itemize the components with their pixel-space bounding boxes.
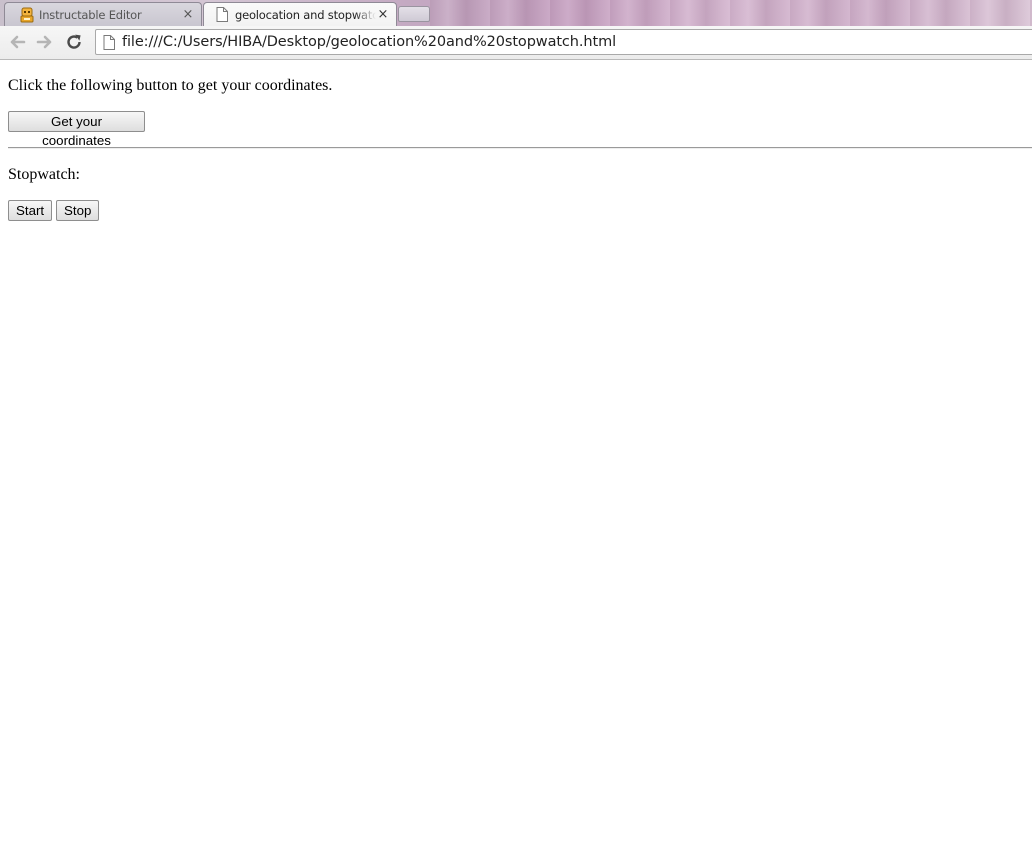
page-icon [214,7,230,23]
forward-icon[interactable] [34,31,56,53]
reload-icon[interactable] [63,31,85,53]
start-button[interactable]: Start [8,200,52,221]
stopwatch-label: Stopwatch: [8,166,80,183]
back-icon[interactable] [6,31,28,53]
browser-toolbar: file:///C:/Users/HIBA/Desktop/geolocatio… [0,26,1032,60]
tab-instructable-editor[interactable]: Instructable Editor × [4,2,202,26]
address-url: file:///C:/Users/HIBA/Desktop/geolocatio… [122,34,617,50]
close-icon[interactable]: × [181,7,195,22]
tab-strip: Instructable Editor × geolocation and st… [0,0,1032,26]
new-tab-button[interactable] [398,6,430,22]
divider [8,147,1032,149]
tab-title: Instructable Editor [39,7,142,22]
geolocation-instruction: Click the following button to get your c… [8,77,333,94]
robot-icon [19,7,35,23]
browser-chrome: Instructable Editor × geolocation and st… [0,0,1032,61]
close-icon[interactable]: × [376,7,390,22]
stop-button[interactable]: Stop [56,200,99,221]
tab-title: geolocation and stopwatch [235,7,376,22]
get-coordinates-button[interactable]: Get your coordinates [8,111,145,148]
address-bar[interactable]: file:///C:/Users/HIBA/Desktop/geolocatio… [95,29,1032,55]
file-icon [102,34,116,50]
page-content: Click the following button to get your c… [0,61,1032,860]
tab-geolocation-stopwatch[interactable]: geolocation and stopwatch × [203,2,397,26]
